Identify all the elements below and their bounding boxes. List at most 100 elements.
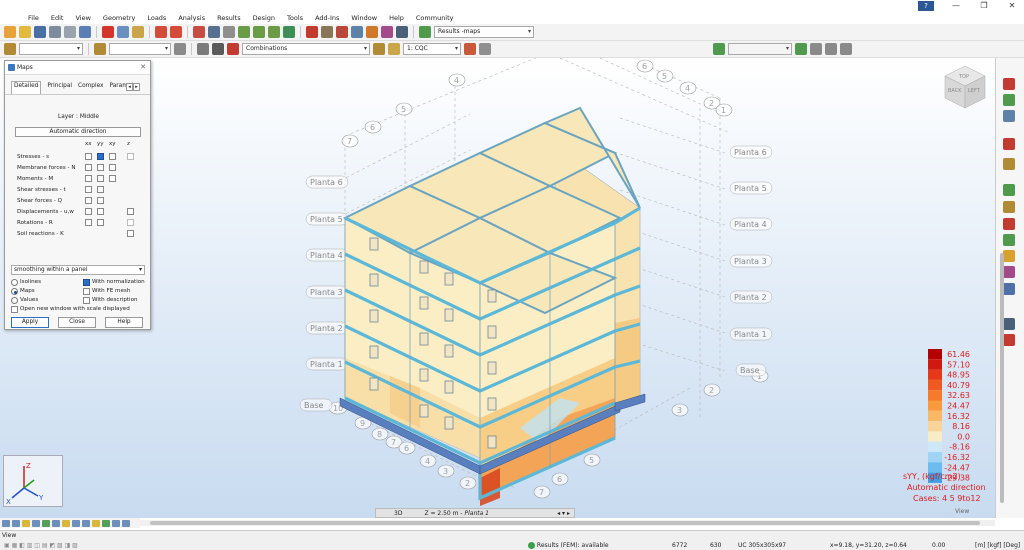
table-icon[interactable] bbox=[193, 26, 205, 38]
help-button[interactable]: Help bbox=[105, 317, 143, 328]
diagrams-view-icon[interactable] bbox=[1003, 218, 1015, 230]
shear-force-x-checkbox[interactable] bbox=[85, 197, 92, 204]
structure-select[interactable] bbox=[19, 43, 83, 55]
menu-results[interactable]: Results bbox=[217, 14, 240, 22]
report-icon[interactable] bbox=[396, 26, 408, 38]
results-icon[interactable] bbox=[464, 43, 476, 55]
paste-icon[interactable] bbox=[132, 26, 144, 38]
story-all-icon[interactable] bbox=[840, 43, 852, 55]
new-file-icon[interactable] bbox=[4, 26, 16, 38]
menu-loads[interactable]: Loads bbox=[147, 14, 166, 22]
deformation-view-icon[interactable] bbox=[1003, 250, 1015, 262]
results-table-icon[interactable] bbox=[1003, 334, 1015, 346]
sections-view-icon[interactable] bbox=[1003, 94, 1015, 106]
view-mode-3d[interactable]: 3D bbox=[394, 510, 402, 517]
open-file-icon[interactable] bbox=[19, 26, 31, 38]
menu-window[interactable]: Window bbox=[351, 14, 377, 22]
menu-tools[interactable]: Tools bbox=[287, 14, 303, 22]
menu-edit[interactable]: Edit bbox=[51, 14, 64, 22]
scroll-thumb[interactable] bbox=[150, 521, 980, 525]
mode-icon[interactable] bbox=[388, 43, 400, 55]
undo-icon[interactable] bbox=[155, 26, 167, 38]
layers-icon[interactable] bbox=[197, 43, 209, 55]
tab-right-icon[interactable]: ▸ bbox=[133, 83, 140, 91]
membrane-yy-checkbox[interactable] bbox=[97, 164, 104, 171]
view-grid-icon[interactable] bbox=[72, 519, 80, 527]
view-display-icon[interactable] bbox=[92, 519, 100, 527]
structure-view-icon[interactable] bbox=[1003, 78, 1015, 90]
shear-stress-y-checkbox[interactable] bbox=[97, 186, 104, 193]
case-icon[interactable] bbox=[373, 43, 385, 55]
select-icon[interactable] bbox=[283, 26, 295, 38]
view-rotate-icon[interactable] bbox=[52, 519, 60, 527]
description-checkbox[interactable] bbox=[83, 297, 90, 304]
apply-button[interactable]: Apply bbox=[11, 317, 49, 328]
vertical-scrollbar[interactable] bbox=[1000, 253, 1004, 503]
view-3d-icon[interactable] bbox=[2, 519, 10, 527]
panels-view-icon[interactable] bbox=[1003, 184, 1015, 196]
panel-icon[interactable] bbox=[713, 43, 725, 55]
menu-design[interactable]: Design bbox=[253, 14, 275, 22]
units-indicator[interactable]: [m] [kgf] [Deg] bbox=[975, 541, 1020, 550]
design-view-icon[interactable] bbox=[1003, 283, 1015, 295]
table-view-icon[interactable] bbox=[1003, 318, 1015, 330]
isolines-radio[interactable] bbox=[11, 279, 18, 286]
zoom-out-icon[interactable] bbox=[253, 26, 265, 38]
menu-help[interactable]: Help bbox=[389, 14, 404, 22]
view-yz-icon[interactable] bbox=[32, 519, 40, 527]
menu-analysis[interactable]: Analysis bbox=[178, 14, 205, 22]
nodes-view-icon[interactable] bbox=[1003, 110, 1015, 122]
soil-reaction-checkbox[interactable] bbox=[127, 230, 134, 237]
horizontal-scrollbar[interactable] bbox=[140, 520, 995, 526]
membrane-xx-checkbox[interactable] bbox=[85, 164, 92, 171]
reactions-view-icon[interactable] bbox=[1003, 266, 1015, 278]
level-nav-icon[interactable]: ◂ ▾ ▸ bbox=[557, 510, 570, 517]
color-icon[interactable] bbox=[212, 43, 224, 55]
redo-icon[interactable] bbox=[170, 26, 182, 38]
displacement-x-checkbox[interactable] bbox=[85, 208, 92, 215]
close-button[interactable]: ✕ bbox=[1000, 0, 1024, 12]
member-select[interactable] bbox=[109, 43, 171, 55]
delete-icon[interactable] bbox=[102, 26, 114, 38]
close-button[interactable]: Close bbox=[58, 317, 96, 328]
stresses-xx-checkbox[interactable] bbox=[85, 153, 92, 160]
rotation-x-checkbox[interactable] bbox=[85, 219, 92, 226]
tab-detailed[interactable]: Detailed bbox=[11, 81, 42, 94]
materials-icon[interactable] bbox=[366, 26, 378, 38]
grid-icon[interactable] bbox=[208, 26, 220, 38]
rotation-y-checkbox[interactable] bbox=[97, 219, 104, 226]
moments-xx-checkbox[interactable] bbox=[85, 175, 92, 182]
panel-select[interactable] bbox=[728, 43, 792, 55]
moments-xy-checkbox[interactable] bbox=[109, 175, 116, 182]
menu-community[interactable]: Community bbox=[416, 14, 454, 22]
layout-icon[interactable] bbox=[419, 26, 431, 38]
normalization-checkbox[interactable] bbox=[83, 279, 90, 286]
automatic-direction-button[interactable]: Automatic direction bbox=[15, 127, 141, 137]
displacement-y-checkbox[interactable] bbox=[97, 208, 104, 215]
stresses-z-checkbox[interactable] bbox=[127, 153, 134, 160]
shear-force-y-checkbox[interactable] bbox=[97, 197, 104, 204]
level-indicator[interactable]: Z = 2.50 m - Planta 1 bbox=[424, 510, 489, 517]
supports-view-icon[interactable] bbox=[1003, 158, 1015, 170]
display-icon[interactable] bbox=[223, 26, 235, 38]
scale-icon[interactable] bbox=[479, 43, 491, 55]
members-view-icon[interactable] bbox=[1003, 201, 1015, 213]
menu-geometry[interactable]: Geometry bbox=[103, 14, 135, 22]
case-select[interactable]: 1: CQC bbox=[403, 43, 461, 55]
view-cube[interactable]: TOP BACK LEFT bbox=[944, 65, 986, 109]
building-model[interactable] bbox=[339, 106, 646, 506]
calculate-icon[interactable] bbox=[306, 26, 318, 38]
view-zoom-icon[interactable] bbox=[42, 519, 50, 527]
display-filter-icon[interactable] bbox=[174, 43, 186, 55]
membrane-xy-checkbox[interactable] bbox=[109, 164, 116, 171]
story-up-icon[interactable] bbox=[810, 43, 822, 55]
smoothing-select[interactable]: smoothing within a panel bbox=[11, 265, 145, 275]
help-icon[interactable]: ? bbox=[918, 1, 934, 11]
results-layout-select[interactable]: Results -maps bbox=[434, 26, 534, 38]
export-icon[interactable] bbox=[79, 26, 91, 38]
rotation-z-checkbox[interactable] bbox=[127, 219, 134, 226]
shear-stress-x-checkbox[interactable] bbox=[85, 186, 92, 193]
moments-yy-checkbox[interactable] bbox=[97, 175, 104, 182]
cases-icon[interactable] bbox=[227, 43, 239, 55]
view-layers-icon[interactable] bbox=[102, 519, 110, 527]
